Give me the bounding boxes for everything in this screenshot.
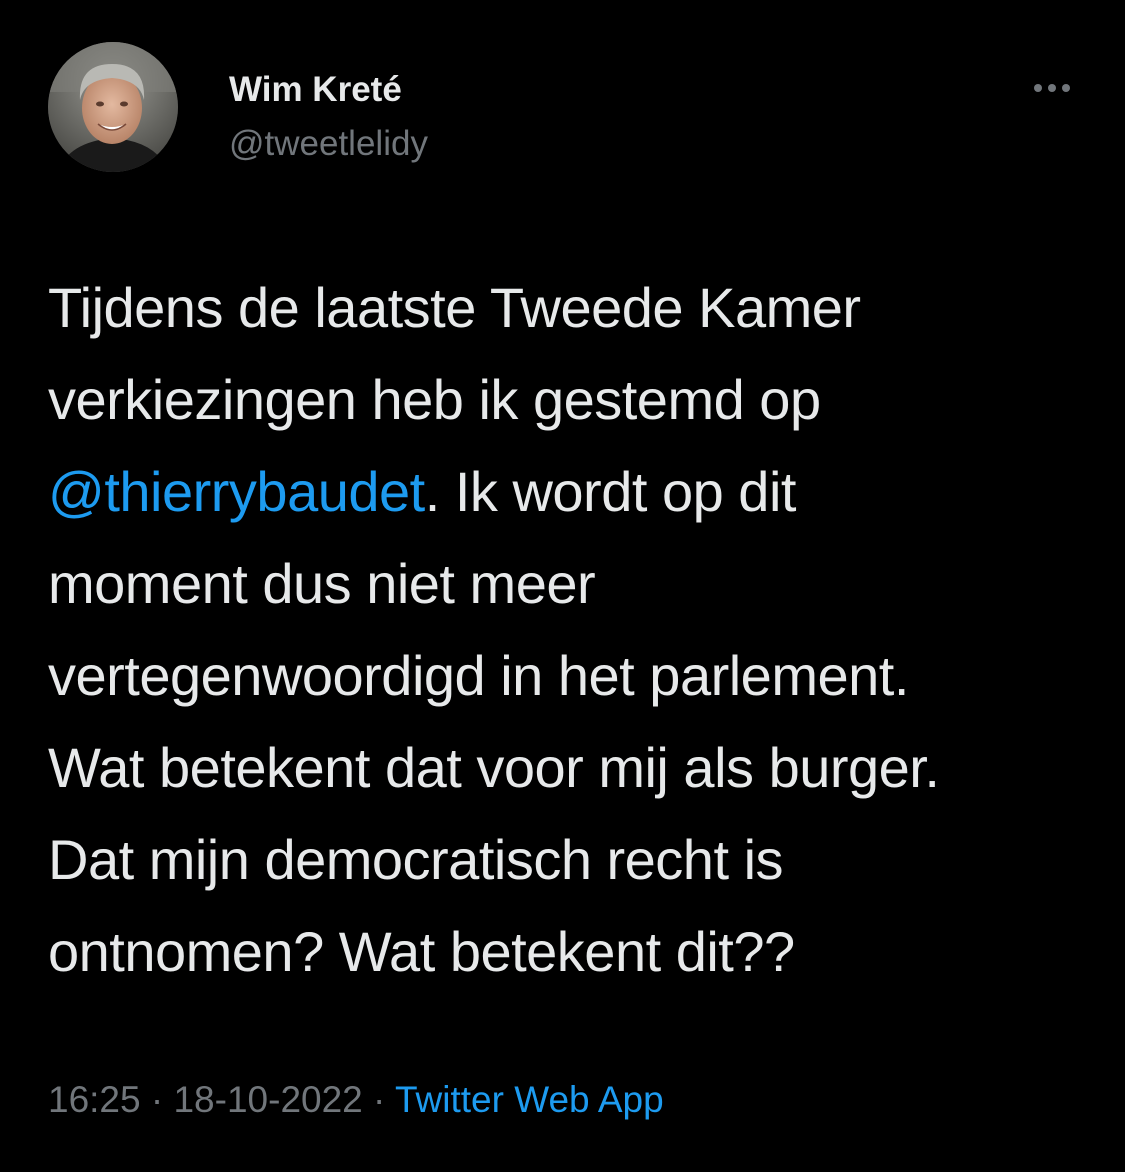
tweet-text-line: moment dus niet meer: [48, 552, 596, 615]
author-names: Wim Kreté @tweetlelidy: [229, 70, 428, 164]
more-horizontal-icon: [1034, 84, 1070, 92]
tweet-text-line: Dat mijn democratisch recht is: [48, 828, 784, 891]
separator: ·: [140, 1079, 174, 1120]
display-name[interactable]: Wim Kreté: [229, 70, 428, 110]
tweet-text-fragment: . Ik wordt op dit: [424, 460, 797, 523]
profile-photo: [48, 42, 178, 172]
tweet: Wim Kreté @tweetlelidy Tijdens de laatst…: [0, 0, 1125, 1172]
more-options-button[interactable]: [1026, 76, 1078, 100]
mention-link[interactable]: @thierrybaudet: [48, 460, 425, 523]
tweet-header: Wim Kreté @tweetlelidy: [48, 42, 1078, 172]
tweet-text-line: @thierrybaudet. Ik wordt op dit: [48, 446, 1088, 538]
tweet-text-line: Wat betekent dat voor mij als burger.: [48, 736, 940, 799]
user-handle[interactable]: @tweetlelidy: [229, 124, 428, 164]
tweet-text-line: vertegenwoordigd in het parlement.: [48, 644, 909, 707]
tweet-time[interactable]: 16:25: [48, 1079, 141, 1120]
avatar[interactable]: [48, 42, 178, 172]
tweet-metadata: 16:25 · 18-10-2022 · Twitter Web App: [48, 1078, 664, 1122]
separator: ·: [362, 1079, 395, 1120]
tweet-text-line: verkiezingen heb ik gestemd op: [48, 368, 821, 431]
tweet-source-link[interactable]: Twitter Web App: [395, 1079, 664, 1120]
tweet-text-line: ontnomen? Wat betekent dit??: [48, 920, 795, 983]
tweet-date[interactable]: 18-10-2022: [173, 1079, 362, 1120]
tweet-text: Tijdens de laatste Tweede Kamer verkiezi…: [48, 262, 1088, 998]
tweet-text-line: Tijdens de laatste Tweede Kamer: [48, 276, 861, 339]
